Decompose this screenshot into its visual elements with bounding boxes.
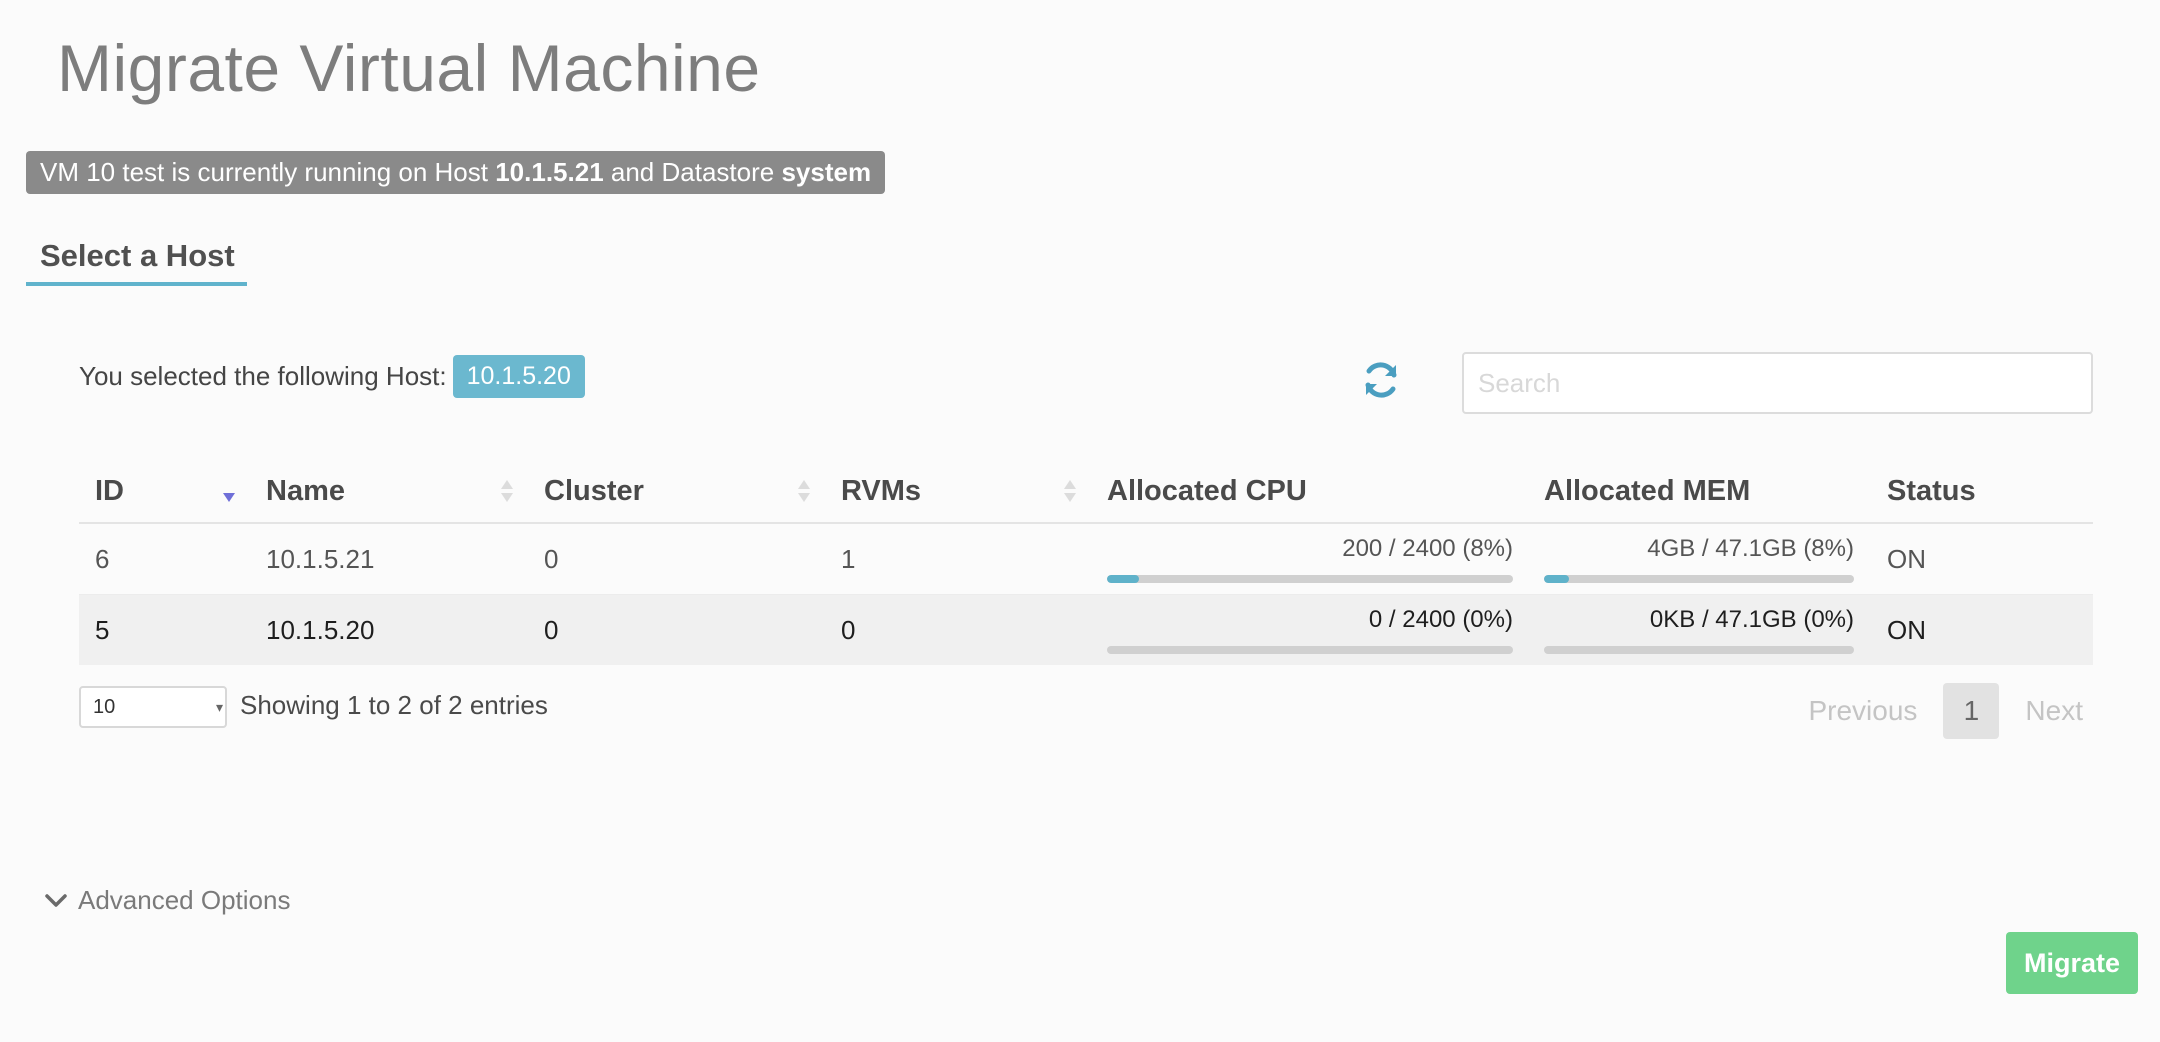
column-header-allocated-mem: Allocated MEM — [1528, 460, 1871, 524]
banner-prefix: VM 10 test is currently running on Host — [40, 157, 488, 187]
refresh-icon[interactable] — [1360, 359, 1402, 401]
mem-usage-label: 0KB / 47.1GB (0%) — [1649, 606, 1854, 633]
cell-cpu: 0 / 2400 (0%) — [1091, 594, 1528, 665]
banner-datastore: system — [781, 157, 872, 187]
selected-host-badge: 10.1.5.20 — [452, 355, 585, 398]
advanced-options-label: Advanced Options — [78, 885, 291, 915]
chevron-down-icon — [45, 893, 67, 907]
page-length-value: 10 — [93, 696, 116, 718]
search-input[interactable] — [1462, 352, 2093, 414]
cell-status: ON — [1871, 523, 2093, 595]
cell-id: 5 — [79, 594, 250, 665]
cpu-usage-label: 200 / 2400 (8%) — [1342, 535, 1513, 562]
cpu-usage-label: 0 / 2400 (0%) — [1368, 606, 1513, 633]
page-title: Migrate Virtual Machine — [57, 31, 761, 105]
previous-button[interactable]: Previous — [1798, 695, 1927, 727]
column-header-name[interactable]: Name — [250, 460, 528, 524]
cell-mem: 0KB / 47.1GB (0%) — [1528, 594, 1871, 665]
column-header-status: Status — [1871, 460, 2093, 524]
sort-both-icon — [1064, 480, 1076, 502]
cell-name: 10.1.5.21 — [250, 523, 528, 595]
sort-both-icon — [798, 480, 810, 502]
column-header-cluster[interactable]: Cluster — [528, 460, 825, 524]
table-row[interactable]: 6 10.1.5.21 0 1 200 / 2400 (8%) 4GB / 47… — [79, 523, 2093, 595]
mem-usage: 0KB / 47.1GB (0%) — [1544, 606, 1854, 654]
cell-name: 10.1.5.20 — [250, 594, 528, 665]
vm-status-banner: VM 10 test is currently running on Host … — [26, 151, 886, 194]
table-info: Showing 1 to 2 of 2 entries — [240, 690, 548, 720]
mem-progress-fill — [1544, 575, 1569, 583]
banner-host: 10.1.5.21 — [495, 157, 604, 187]
cpu-usage: 200 / 2400 (8%) — [1107, 535, 1513, 583]
table-header-row: ID Name Cluster RVMs Allocated CPU Alloc… — [79, 460, 2093, 524]
cell-cpu: 200 / 2400 (8%) — [1091, 523, 1528, 595]
sort-both-icon — [501, 480, 513, 502]
cell-cluster: 0 — [528, 523, 825, 595]
table-row[interactable]: 5 10.1.5.20 0 0 0 / 2400 (0%) 0KB / 47.1… — [79, 594, 2093, 665]
cell-id: 6 — [79, 523, 250, 595]
column-header-rvms[interactable]: RVMs — [825, 460, 1091, 524]
selected-host-line: You selected the following Host: 10.1.5.… — [79, 355, 585, 398]
migrate-button[interactable]: Migrate — [2006, 932, 2138, 994]
next-button[interactable]: Next — [2015, 695, 2093, 727]
page-length-select[interactable]: 10 ▾ — [79, 686, 227, 728]
page-button-1[interactable]: 1 — [1943, 683, 2000, 739]
cell-status: ON — [1871, 594, 2093, 665]
banner-middle: and Datastore — [610, 157, 775, 187]
cell-cluster: 0 — [528, 594, 825, 665]
cell-rvms: 1 — [825, 523, 1091, 595]
mem-usage: 4GB / 47.1GB (8%) — [1544, 535, 1854, 583]
cpu-progress-bar — [1107, 575, 1513, 583]
mem-usage-label: 4GB / 47.1GB (8%) — [1647, 535, 1854, 562]
tab-select-host[interactable]: Select a Host — [26, 234, 247, 286]
hosts-table: ID Name Cluster RVMs Allocated CPU Alloc… — [79, 460, 2093, 665]
column-header-allocated-cpu: Allocated CPU — [1091, 460, 1528, 524]
mem-progress-bar — [1544, 646, 1854, 654]
cpu-progress-fill — [1107, 575, 1140, 583]
tab-label: Select a Host — [40, 238, 235, 273]
mem-progress-bar — [1544, 575, 1854, 583]
cpu-usage: 0 / 2400 (0%) — [1107, 606, 1513, 654]
cell-rvms: 0 — [825, 594, 1091, 665]
chevron-down-icon: ▾ — [215, 699, 223, 715]
pagination: Previous 1 Next — [1798, 683, 2093, 739]
column-header-id[interactable]: ID — [79, 460, 250, 524]
cell-mem: 4GB / 47.1GB (8%) — [1528, 523, 1871, 595]
selected-host-label: You selected the following Host: — [79, 361, 447, 391]
cpu-progress-bar — [1107, 646, 1513, 654]
sort-desc-icon — [223, 493, 235, 502]
advanced-options-toggle[interactable]: Advanced Options — [44, 885, 290, 916]
